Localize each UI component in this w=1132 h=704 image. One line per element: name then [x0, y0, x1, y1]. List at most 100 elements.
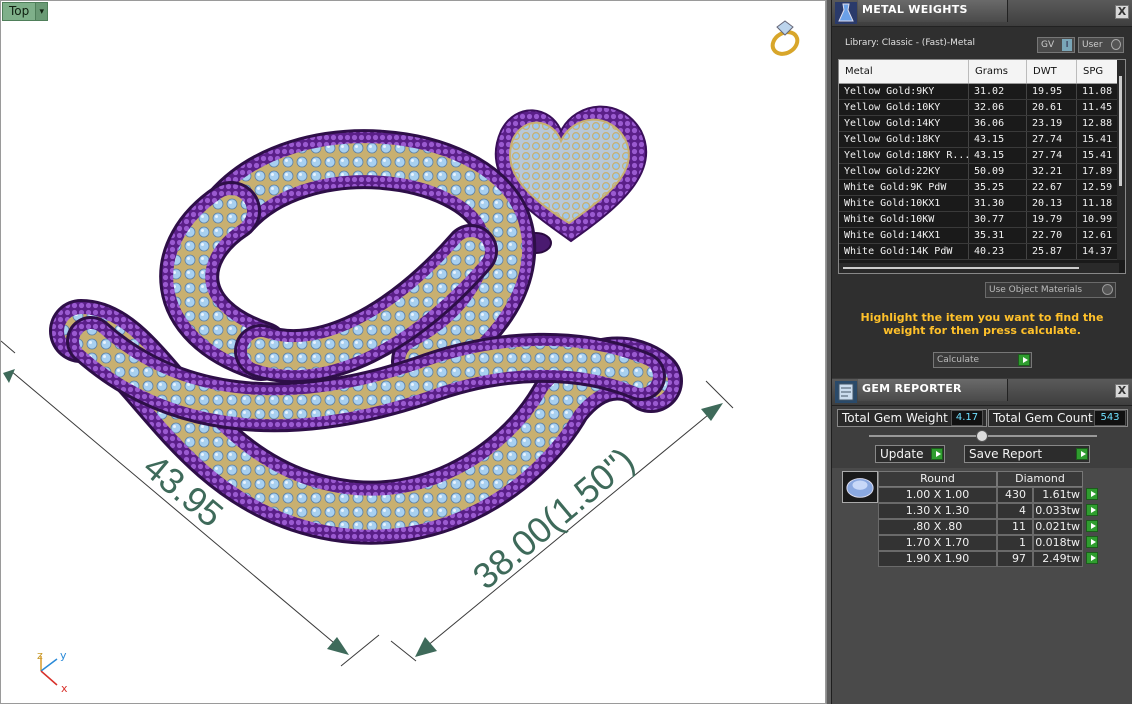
horizontal-scrollbar[interactable] — [839, 263, 1119, 273]
close-icon[interactable]: X — [1115, 5, 1129, 19]
cell-weight: 0.018tw — [1033, 535, 1083, 551]
table-row[interactable]: Yellow Gold:9KY 31.02 19.95 11.08 — [839, 84, 1125, 100]
table-row[interactable]: 1.70 X 1.70 1 0.018tw — [878, 535, 1101, 551]
cell-metal: White Gold:10KX1 — [839, 196, 969, 211]
user-label: User — [1082, 40, 1103, 50]
axis-gizmo: z y x — [37, 649, 68, 695]
cell-metal: Yellow Gold:22KY — [839, 164, 969, 179]
cell-size: 1.70 X 1.70 — [878, 535, 997, 551]
table-row[interactable]: Yellow Gold:14KY 36.06 23.19 12.88 — [839, 116, 1125, 132]
calculate-hint: Highlight the item you want to find the … — [860, 311, 1104, 337]
play-icon — [931, 448, 943, 460]
round-gem-icon[interactable] — [842, 471, 878, 503]
metal-table[interactable]: Metal Grams DWT SPG Yellow Gold:9KY 31.02… — [838, 59, 1126, 274]
cell-count: 11 — [997, 519, 1033, 535]
ring-icon[interactable] — [769, 20, 802, 58]
gem-reporter-body: Total Gem Weight 4.17 Total Gem Count 54… — [832, 406, 1132, 704]
scrollbar-thumb[interactable] — [1119, 76, 1122, 186]
cell-metal: Yellow Gold:14KY — [839, 116, 969, 131]
table-row[interactable]: 1.00 X 1.00 430 1.61tw — [878, 487, 1101, 503]
column-header-metal[interactable]: Metal — [839, 60, 969, 83]
cell-count: 1 — [997, 535, 1033, 551]
cell-grams: 43.15 — [969, 148, 1027, 163]
type-header: Diamond — [997, 471, 1083, 487]
play-icon — [1086, 552, 1098, 564]
cell-count: 430 — [997, 487, 1033, 503]
play-icon — [1018, 354, 1030, 366]
save-report-button[interactable]: Save Report — [964, 445, 1090, 463]
cell-metal: White Gold:14KX1 — [839, 228, 969, 243]
calculate-button[interactable]: Calculate — [933, 352, 1032, 368]
gv-label: GV — [1041, 40, 1055, 50]
cell-grams: 40.23 — [969, 244, 1027, 259]
row-select-button[interactable] — [1083, 487, 1101, 503]
use-object-materials-toggle[interactable]: Use Object Materials — [985, 282, 1116, 298]
total-gem-weight-value: 4.17 — [951, 410, 983, 426]
save-report-label: Save Report — [969, 447, 1043, 461]
play-icon — [1086, 536, 1098, 548]
cell-metal: Yellow Gold:18KY R... — [839, 148, 969, 163]
metal-weights-title: METAL WEIGHTS — [862, 3, 968, 16]
column-header-dwt[interactable]: DWT — [1027, 60, 1077, 83]
cell-size: 1.90 X 1.90 — [878, 551, 997, 567]
cell-dwt: 22.70 — [1027, 228, 1077, 243]
user-toggle-knob — [1111, 39, 1121, 50]
chevron-down-icon[interactable]: ▾ — [35, 3, 48, 20]
user-toggle[interactable]: User — [1078, 37, 1124, 53]
table-row[interactable]: Yellow Gold:22KY 50.09 32.21 17.89 — [839, 164, 1125, 180]
cell-weight: 0.033tw — [1033, 503, 1083, 519]
gem-reporter-title: GEM REPORTER — [862, 382, 962, 395]
cell-size: 1.30 X 1.30 — [878, 503, 997, 519]
viewport-3d[interactable]: 43.95 38.00(1.50") z y x Top ▾ — [0, 0, 826, 704]
play-icon — [1086, 504, 1098, 516]
update-button[interactable]: Update — [875, 445, 945, 463]
cell-dwt: 27.74 — [1027, 148, 1077, 163]
cell-count: 97 — [997, 551, 1033, 567]
slider-handle[interactable] — [976, 430, 988, 442]
table-row[interactable]: White Gold:10KW 30.77 19.79 10.99 — [839, 212, 1125, 228]
cell-metal: White Gold:10KW — [839, 212, 969, 227]
flask-icon — [835, 2, 857, 24]
play-icon — [1086, 488, 1098, 500]
row-select-button[interactable] — [1083, 551, 1101, 567]
cell-dwt: 27.74 — [1027, 132, 1077, 147]
cell-dwt: 22.67 — [1027, 180, 1077, 195]
cell-metal: Yellow Gold:18KY — [839, 132, 969, 147]
table-row[interactable]: .80 X .80 11 0.021tw — [878, 519, 1101, 535]
metal-table-header: Metal Grams DWT SPG — [839, 60, 1125, 84]
table-row[interactable]: 1.30 X 1.30 4 0.033tw — [878, 503, 1101, 519]
view-name-dropdown[interactable]: Top ▾ — [2, 2, 49, 21]
dim-arrow-1a — [3, 369, 15, 383]
row-select-button[interactable] — [1083, 503, 1101, 519]
vertical-scrollbar[interactable] — [1117, 60, 1125, 260]
use-object-materials-label: Use Object Materials — [989, 285, 1083, 295]
cell-grams: 31.02 — [969, 84, 1027, 99]
cell-dwt: 25.87 — [1027, 244, 1077, 259]
cell-weight: 0.021tw — [1033, 519, 1083, 535]
cell-dwt: 20.13 — [1027, 196, 1077, 211]
row-select-button[interactable] — [1083, 535, 1101, 551]
table-row[interactable]: White Gold:9K PdW 35.25 22.67 12.59 — [839, 180, 1125, 196]
cell-grams: 32.06 — [969, 100, 1027, 115]
update-label: Update — [880, 447, 924, 461]
gem-list-area: Round Diamond 1.00 X 1.00 430 1.61tw 1.30 X… — [832, 468, 1132, 704]
scrollbar-thumb[interactable] — [843, 267, 1079, 269]
row-select-button[interactable] — [1083, 519, 1101, 535]
table-row[interactable]: 1.90 X 1.90 97 2.49tw — [878, 551, 1101, 567]
axis-y-label: y — [60, 649, 67, 662]
close-icon[interactable]: X — [1115, 384, 1129, 398]
table-row[interactable]: White Gold:14K PdW 40.23 25.87 14.37 — [839, 244, 1125, 260]
script-loop — [159, 129, 537, 391]
table-row[interactable]: Yellow Gold:18KY R... 43.15 27.74 15.41 — [839, 148, 1125, 164]
cell-grams: 30.77 — [969, 212, 1027, 227]
table-row[interactable]: White Gold:14KX1 35.31 22.70 12.61 — [839, 228, 1125, 244]
table-row[interactable]: Yellow Gold:10KY 32.06 20.61 11.45 — [839, 100, 1125, 116]
axis-x-label: x — [61, 682, 68, 695]
column-header-grams[interactable]: Grams — [969, 60, 1027, 83]
gv-toggle[interactable]: GV I — [1037, 37, 1075, 53]
metal-table-rows: Yellow Gold:9KY 31.02 19.95 11.08 Yellow Gol… — [839, 84, 1125, 260]
table-row[interactable]: Yellow Gold:18KY 43.15 27.74 15.41 — [839, 132, 1125, 148]
cell-grams: 35.25 — [969, 180, 1027, 195]
calculate-label: Calculate — [937, 355, 980, 365]
table-row[interactable]: White Gold:10KX1 31.30 20.13 11.18 — [839, 196, 1125, 212]
